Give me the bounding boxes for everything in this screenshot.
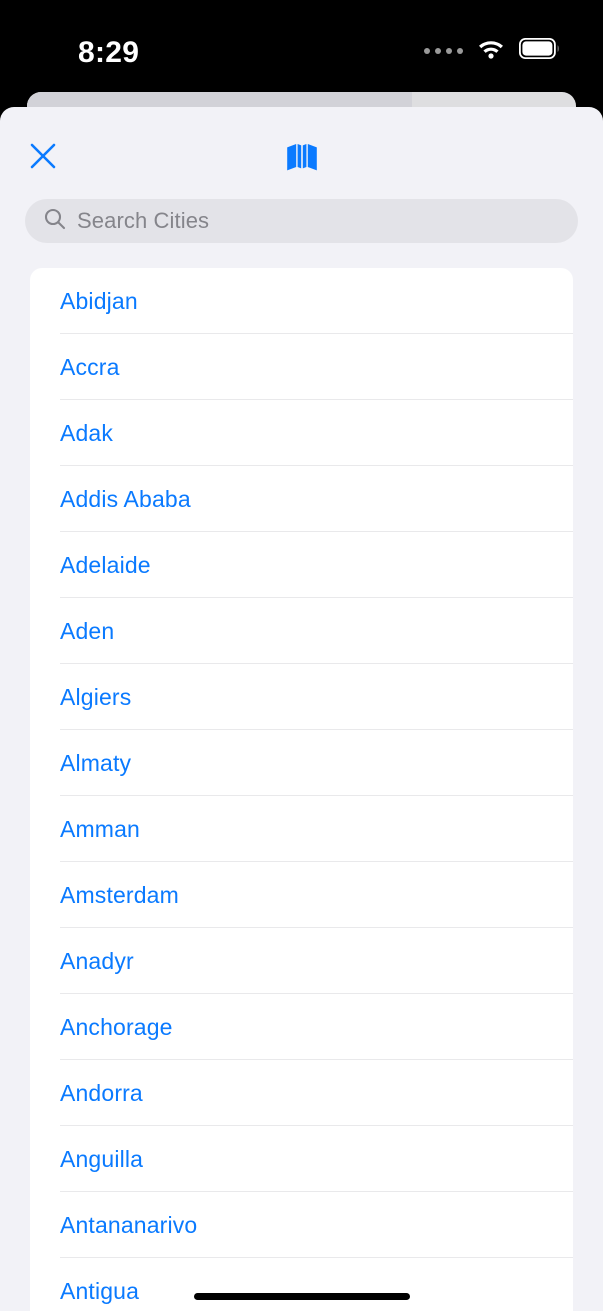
city-picker-sheet: Search Cities Abidjan Accra Adak Addis A…	[0, 107, 603, 1311]
list-item[interactable]: Adak	[30, 400, 573, 466]
list-item[interactable]: Amman	[30, 796, 573, 862]
map-icon	[282, 137, 322, 177]
cellular-dots-icon	[424, 48, 463, 54]
wifi-icon	[477, 38, 505, 64]
city-name: Adelaide	[60, 551, 151, 578]
status-bar: 8:29	[0, 0, 603, 92]
city-name: Algiers	[60, 683, 132, 710]
search-placeholder: Search Cities	[77, 208, 210, 233]
city-name: Anguilla	[60, 1145, 144, 1172]
city-name: Antananarivo	[60, 1211, 198, 1238]
close-icon	[27, 140, 59, 177]
list-item[interactable]: Aden	[30, 598, 573, 664]
list-item[interactable]: Andorra	[30, 1060, 573, 1126]
list-item[interactable]: Addis Ababa	[30, 466, 573, 532]
list-item[interactable]: Almaty	[30, 730, 573, 796]
status-bar-indicators	[424, 37, 561, 64]
list-item[interactable]: Anchorage	[30, 994, 573, 1060]
city-name: Andorra	[60, 1079, 143, 1106]
list-item[interactable]: Accra	[30, 334, 573, 400]
city-name: Addis Ababa	[60, 485, 191, 512]
status-bar-time: 8:29	[78, 36, 140, 69]
list-item[interactable]: Adelaide	[30, 532, 573, 598]
city-name: Anadyr	[60, 947, 134, 974]
list-item[interactable]: Algiers	[30, 664, 573, 730]
list-item[interactable]: Antananarivo	[30, 1192, 573, 1258]
list-item[interactable]: Anguilla	[30, 1126, 573, 1192]
list-item[interactable]: Anadyr	[30, 928, 573, 994]
battery-full-icon	[518, 37, 561, 64]
sheet-header	[0, 107, 603, 190]
city-name: Anchorage	[60, 1013, 173, 1040]
search-icon	[43, 207, 67, 236]
city-name: Almaty	[60, 749, 132, 776]
city-list[interactable]: Abidjan Accra Adak Addis Ababa Adelaide …	[30, 268, 573, 1311]
search-input[interactable]: Search Cities	[25, 199, 578, 243]
city-name: Adak	[60, 419, 114, 446]
list-item[interactable]: Abidjan	[30, 268, 573, 334]
city-name: Amman	[60, 815, 140, 842]
city-name: Antigua	[60, 1277, 140, 1304]
city-name: Abidjan	[60, 287, 138, 314]
city-name: Accra	[60, 353, 120, 380]
list-item[interactable]: Amsterdam	[30, 862, 573, 928]
city-name: Aden	[60, 617, 115, 644]
city-name: Amsterdam	[60, 881, 179, 908]
close-button[interactable]	[24, 139, 62, 177]
list-item[interactable]: Antigua	[30, 1258, 573, 1311]
phone-screen: 8:29 Search Cities Abidjan Accra Adak Ad…	[0, 0, 603, 1311]
home-indicator[interactable]	[193, 1293, 410, 1300]
